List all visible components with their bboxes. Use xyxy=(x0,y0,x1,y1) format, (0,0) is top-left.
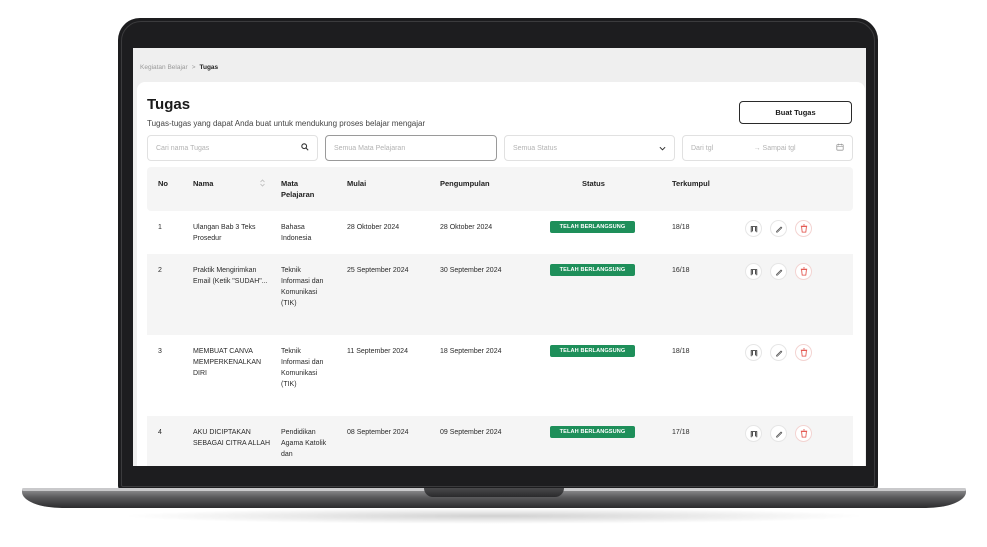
sort-icon[interactable] xyxy=(260,179,265,189)
create-task-button[interactable]: Buat Tugas xyxy=(739,101,852,124)
cell-start: 25 September 2024 xyxy=(347,267,409,274)
cell-count: 18/18 xyxy=(672,224,690,231)
cell-count: 16/18 xyxy=(672,267,690,274)
laptop-opening-notch xyxy=(424,488,564,497)
cell-name[interactable]: AKU DICIPTAKAN SEBAGAI CITRA ALLAH xyxy=(193,427,271,449)
cell-no: 3 xyxy=(158,348,162,355)
breadcrumb-parent[interactable]: Kegiatan Belajar xyxy=(140,64,188,71)
cell-subject: Teknik Informasi dan Komunikasi (TIK) xyxy=(281,348,324,388)
status-badge: TELAH BERLANGSUNG xyxy=(550,221,635,233)
header-subject: Mata Pelajaran xyxy=(281,179,315,199)
cell-no: 4 xyxy=(158,429,162,436)
breadcrumb: Kegiatan Belajar > Tugas xyxy=(140,64,218,71)
cell-due: 18 September 2024 xyxy=(440,348,502,355)
search-icon xyxy=(301,143,309,153)
chevron-down-icon xyxy=(659,144,666,153)
date-from-placeholder: Dari tgl xyxy=(691,144,714,152)
table-row: 2 Praktik Mengirimkan Email (Ketik "SUDA… xyxy=(147,254,853,335)
status-placeholder: Semua Status xyxy=(513,144,557,152)
cell-start: 28 Oktober 2024 xyxy=(347,224,400,231)
status-badge: TELAH BERLANGSUNG xyxy=(550,264,635,276)
cell-name[interactable]: Ulangan Bab 3 Teks Prosedur xyxy=(193,222,271,244)
table-row: 4 AKU DICIPTAKAN SEBAGAI CITRA ALLAH Pen… xyxy=(147,416,853,466)
cell-subject: Teknik Informasi dan Komunikasi (TIK) xyxy=(281,267,324,307)
cell-no: 2 xyxy=(158,267,162,274)
table-row: 1 Ulangan Bab 3 Teks Prosedur Bahasa Ind… xyxy=(147,211,853,254)
pencil-icon[interactable] xyxy=(770,263,787,280)
view-icon[interactable] xyxy=(745,263,762,280)
header-no: No xyxy=(158,179,168,188)
content-panel: Tugas Tugas-tugas yang dapat Anda buat u… xyxy=(137,82,865,466)
cell-name[interactable]: Praktik Mengirimkan Email (Ketik "SUDAH"… xyxy=(193,265,271,287)
cell-count: 18/18 xyxy=(672,348,690,355)
cell-start: 11 September 2024 xyxy=(347,348,408,355)
cell-count: 17/18 xyxy=(672,429,690,436)
cell-due: 09 September 2024 xyxy=(440,429,502,436)
table-header: No Nama Mata Pelajaran Mulai Pengumpulan… xyxy=(147,167,853,211)
cell-name[interactable]: MEMBUAT CANVA MEMPERKENALKAN DIRI xyxy=(193,346,271,379)
status-badge: TELAH BERLANGSUNG xyxy=(550,345,635,357)
status-badge: TELAH BERLANGSUNG xyxy=(550,426,635,438)
header-due: Pengumpulan xyxy=(440,179,490,188)
cell-subject: Pendidikan Agama Katolik dan xyxy=(281,429,327,458)
subject-filter-input[interactable]: Semua Mata Pelajaran xyxy=(325,135,497,161)
view-icon[interactable] xyxy=(745,344,762,361)
cell-no: 1 xyxy=(158,224,162,231)
cell-start: 08 September 2024 xyxy=(347,429,409,436)
row-actions xyxy=(745,344,812,361)
search-input[interactable]: Cari nama Tugas xyxy=(147,135,318,161)
view-icon[interactable] xyxy=(745,220,762,237)
laptop-bezel-bottom xyxy=(133,466,866,486)
header-count: Terkumpul xyxy=(672,179,710,188)
trash-icon[interactable] xyxy=(795,263,812,280)
filter-bar: Cari nama Tugas Semua Mata Pelajaran Sem… xyxy=(147,135,853,161)
date-range-picker[interactable]: Dari tgl → Sampai tgl xyxy=(682,135,853,161)
laptop-screen: Kegiatan Belajar > Tugas Tugas Tugas-tugas… xyxy=(133,48,866,466)
view-icon[interactable] xyxy=(745,425,762,442)
page-title: Tugas xyxy=(147,96,191,113)
cell-due: 30 September 2024 xyxy=(440,267,502,274)
date-arrow: → xyxy=(753,144,761,152)
subject-placeholder: Semua Mata Pelajaran xyxy=(334,144,406,152)
breadcrumb-separator: > xyxy=(191,64,196,71)
trash-icon[interactable] xyxy=(795,220,812,237)
pencil-icon[interactable] xyxy=(770,220,787,237)
status-select[interactable]: Semua Status xyxy=(504,135,675,161)
trash-icon[interactable] xyxy=(795,344,812,361)
laptop-shadow xyxy=(120,508,868,524)
calendar-icon xyxy=(836,143,844,153)
date-to-placeholder: Sampai tgl xyxy=(762,144,796,152)
trash-icon[interactable] xyxy=(795,425,812,442)
cell-due: 28 Oktober 2024 xyxy=(440,224,493,231)
header-start: Mulai xyxy=(347,179,367,188)
task-table: No Nama Mata Pelajaran Mulai Pengumpulan… xyxy=(147,167,853,466)
row-actions xyxy=(745,220,812,237)
header-status: Status xyxy=(582,179,605,188)
row-actions xyxy=(745,263,812,280)
cell-subject: Bahasa Indonesia xyxy=(281,224,312,242)
search-placeholder: Cari nama Tugas xyxy=(156,144,210,152)
pencil-icon[interactable] xyxy=(770,344,787,361)
table-row: 3 MEMBUAT CANVA MEMPERKENALKAN DIRI Tekn… xyxy=(147,335,853,416)
row-actions xyxy=(745,425,812,442)
breadcrumb-current: Tugas xyxy=(199,64,219,71)
page-subtitle: Tugas-tugas yang dapat Anda buat untuk m… xyxy=(147,119,426,128)
pencil-icon[interactable] xyxy=(770,425,787,442)
